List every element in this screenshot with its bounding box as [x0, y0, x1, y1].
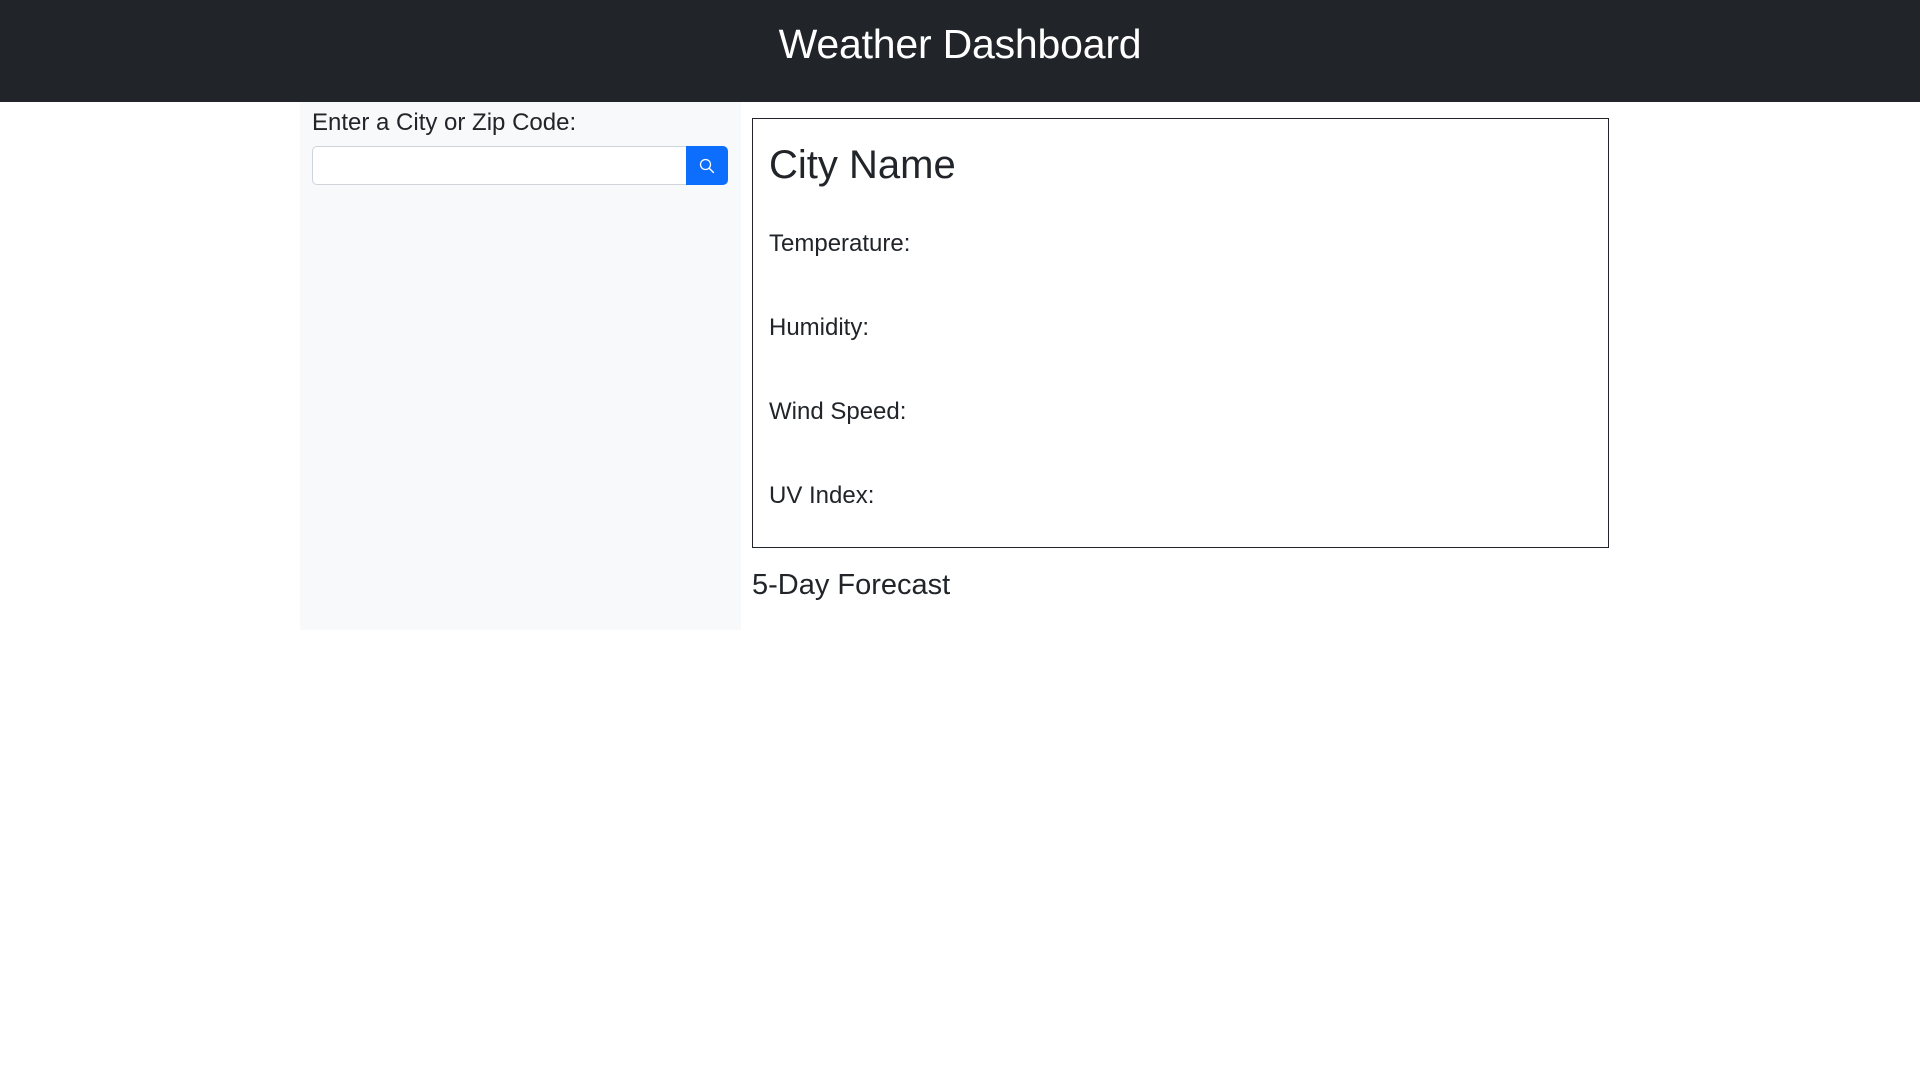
forecast-title: 5-Day Forecast — [752, 569, 951, 601]
temperature-label: Temperature: — [769, 230, 911, 257]
search-input[interactable] — [312, 146, 687, 185]
search-form — [312, 146, 728, 185]
navbar: Weather Dashboard — [0, 0, 1920, 102]
search-sidebar: Enter a City or Zip Code: — [300, 102, 741, 630]
current-weather-card: City Name Temperature: Humidity: Wind Sp… — [752, 118, 1609, 548]
page-title: Weather Dashboard — [778, 20, 1142, 67]
search-button[interactable] — [686, 146, 728, 185]
search-label: Enter a City or Zip Code: — [312, 109, 577, 136]
city-name: City Name — [769, 143, 956, 187]
search-icon — [699, 158, 715, 174]
wind-speed-label: Wind Speed: — [769, 398, 907, 425]
uv-index-label: UV Index: — [769, 482, 875, 509]
humidity-label: Humidity: — [769, 314, 870, 341]
